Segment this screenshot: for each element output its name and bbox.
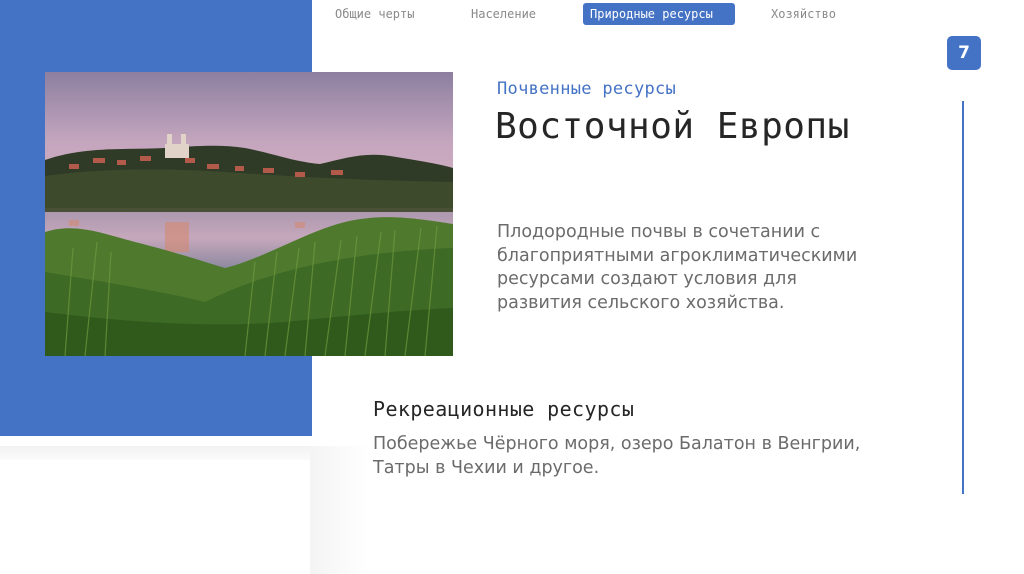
body-paragraph: Плодородные почвы в сочетании с благопри… (497, 222, 858, 313)
section-paragraph: Побережье Чёрного моря, озеро Балатон в … (373, 434, 861, 478)
tab-general-features[interactable]: Общие черты (328, 3, 421, 25)
lakeside-town-photo (45, 72, 453, 356)
tab-economy[interactable]: Хозяйство (764, 3, 843, 25)
shadow-strip (0, 446, 320, 460)
subtitle: Почвенные ресурсы (497, 79, 677, 99)
shadow-column (310, 446, 370, 574)
page-number-badge: 7 (947, 36, 981, 70)
top-navigation: Общие черты Население Природные ресурсы … (0, 3, 1024, 27)
tab-natural-resources[interactable]: Природные ресурсы (583, 3, 735, 25)
vertical-divider (962, 101, 964, 494)
tab-population[interactable]: Население (464, 3, 543, 25)
page-title: Восточной Европы (495, 106, 850, 147)
section-heading: Рекреационные ресурсы (373, 397, 635, 421)
